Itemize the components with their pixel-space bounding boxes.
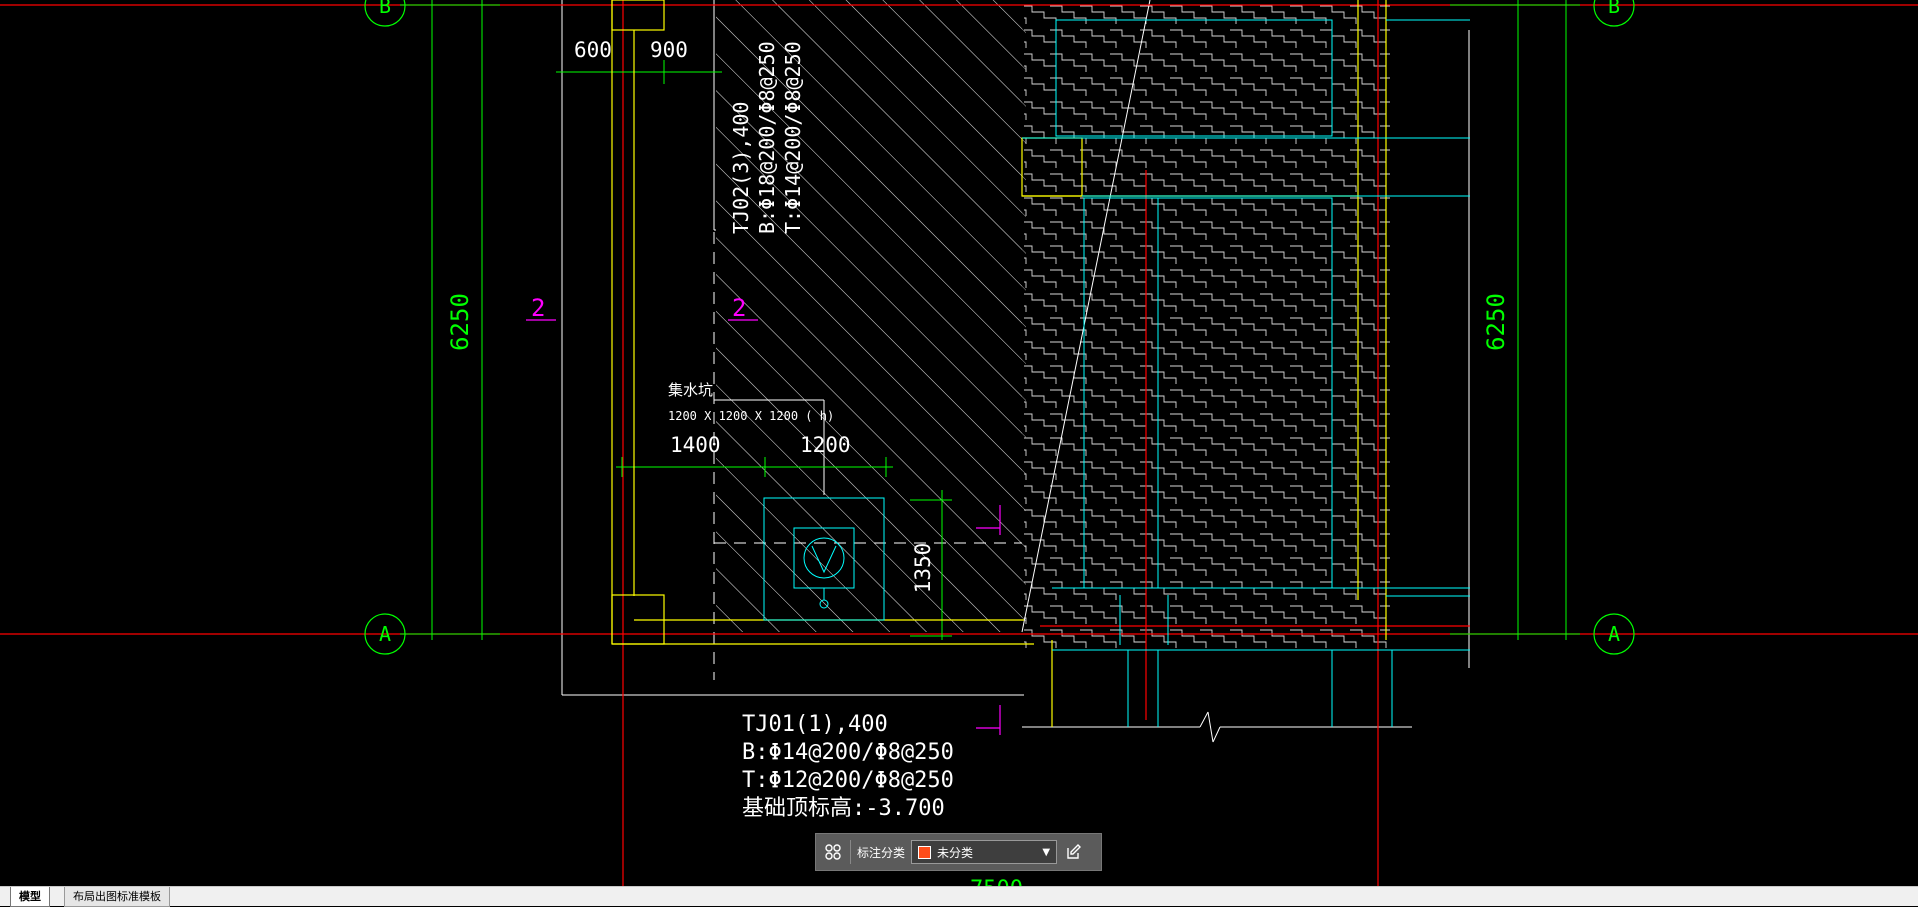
- tj01-line3: T:Φ12@200/Φ8@250: [742, 768, 954, 793]
- dim-1200: 1200: [800, 433, 851, 457]
- layout-tab-bar: 模型 布局出图标准模板: [0, 886, 1918, 907]
- edit-icon[interactable]: [1063, 841, 1085, 863]
- pit-label: 集水坑: [668, 381, 713, 399]
- section-mark-right: 2: [732, 294, 746, 322]
- tj02-line1: TJ02(3),400: [729, 102, 753, 234]
- grid-label-a-left: A: [379, 622, 391, 646]
- tab-model[interactable]: 模型: [10, 887, 50, 907]
- tj02-line3: T:Φ14@200/Φ8@250: [781, 41, 805, 234]
- grid-label-b-right: B: [1608, 0, 1620, 18]
- dim-600: 600: [574, 38, 612, 62]
- annotation-category-toolbar: 标注分类 未分类 ▼: [815, 833, 1102, 871]
- toolbar-divider: [850, 840, 851, 864]
- category-label: 标注分类: [857, 845, 906, 860]
- section-mark-left: 2: [531, 294, 545, 322]
- cad-drawing-canvas[interactable]: B B A A 600 900 6250 6250 2 2 TJ02(3),40…: [0, 0, 1918, 886]
- category-value: 未分类: [937, 845, 974, 860]
- category-color-swatch: [918, 845, 932, 859]
- grid-label-a-right: A: [1608, 622, 1620, 646]
- tj01-line2: B:Φ14@200/Φ8@250: [742, 740, 954, 765]
- grid-icon[interactable]: [822, 841, 844, 863]
- dim-1350: 1350: [911, 543, 935, 594]
- dim-1400: 1400: [670, 433, 721, 457]
- caret-down-icon: ▼: [1042, 846, 1051, 858]
- dim-6250-left: 6250: [446, 293, 474, 351]
- tab-layout-template[interactable]: 布局出图标准模板: [64, 887, 170, 907]
- tj01-line1: TJ01(1),400: [742, 712, 888, 737]
- pit-size: 1200 X 1200 X 1200 ( h): [668, 409, 834, 423]
- dim-6250-right: 6250: [1482, 293, 1510, 351]
- dim-7500-partial: 7500: [970, 877, 1023, 886]
- tj02-line2: B:Φ18@200/Φ8@250: [755, 41, 779, 234]
- dim-900: 900: [650, 38, 688, 62]
- category-dropdown[interactable]: 未分类 ▼: [911, 840, 1058, 864]
- grid-label-b-left: B: [379, 0, 391, 18]
- tj01-line4: 基础顶标高:-3.700: [742, 796, 945, 821]
- masonry-hatch: [1024, 0, 1390, 648]
